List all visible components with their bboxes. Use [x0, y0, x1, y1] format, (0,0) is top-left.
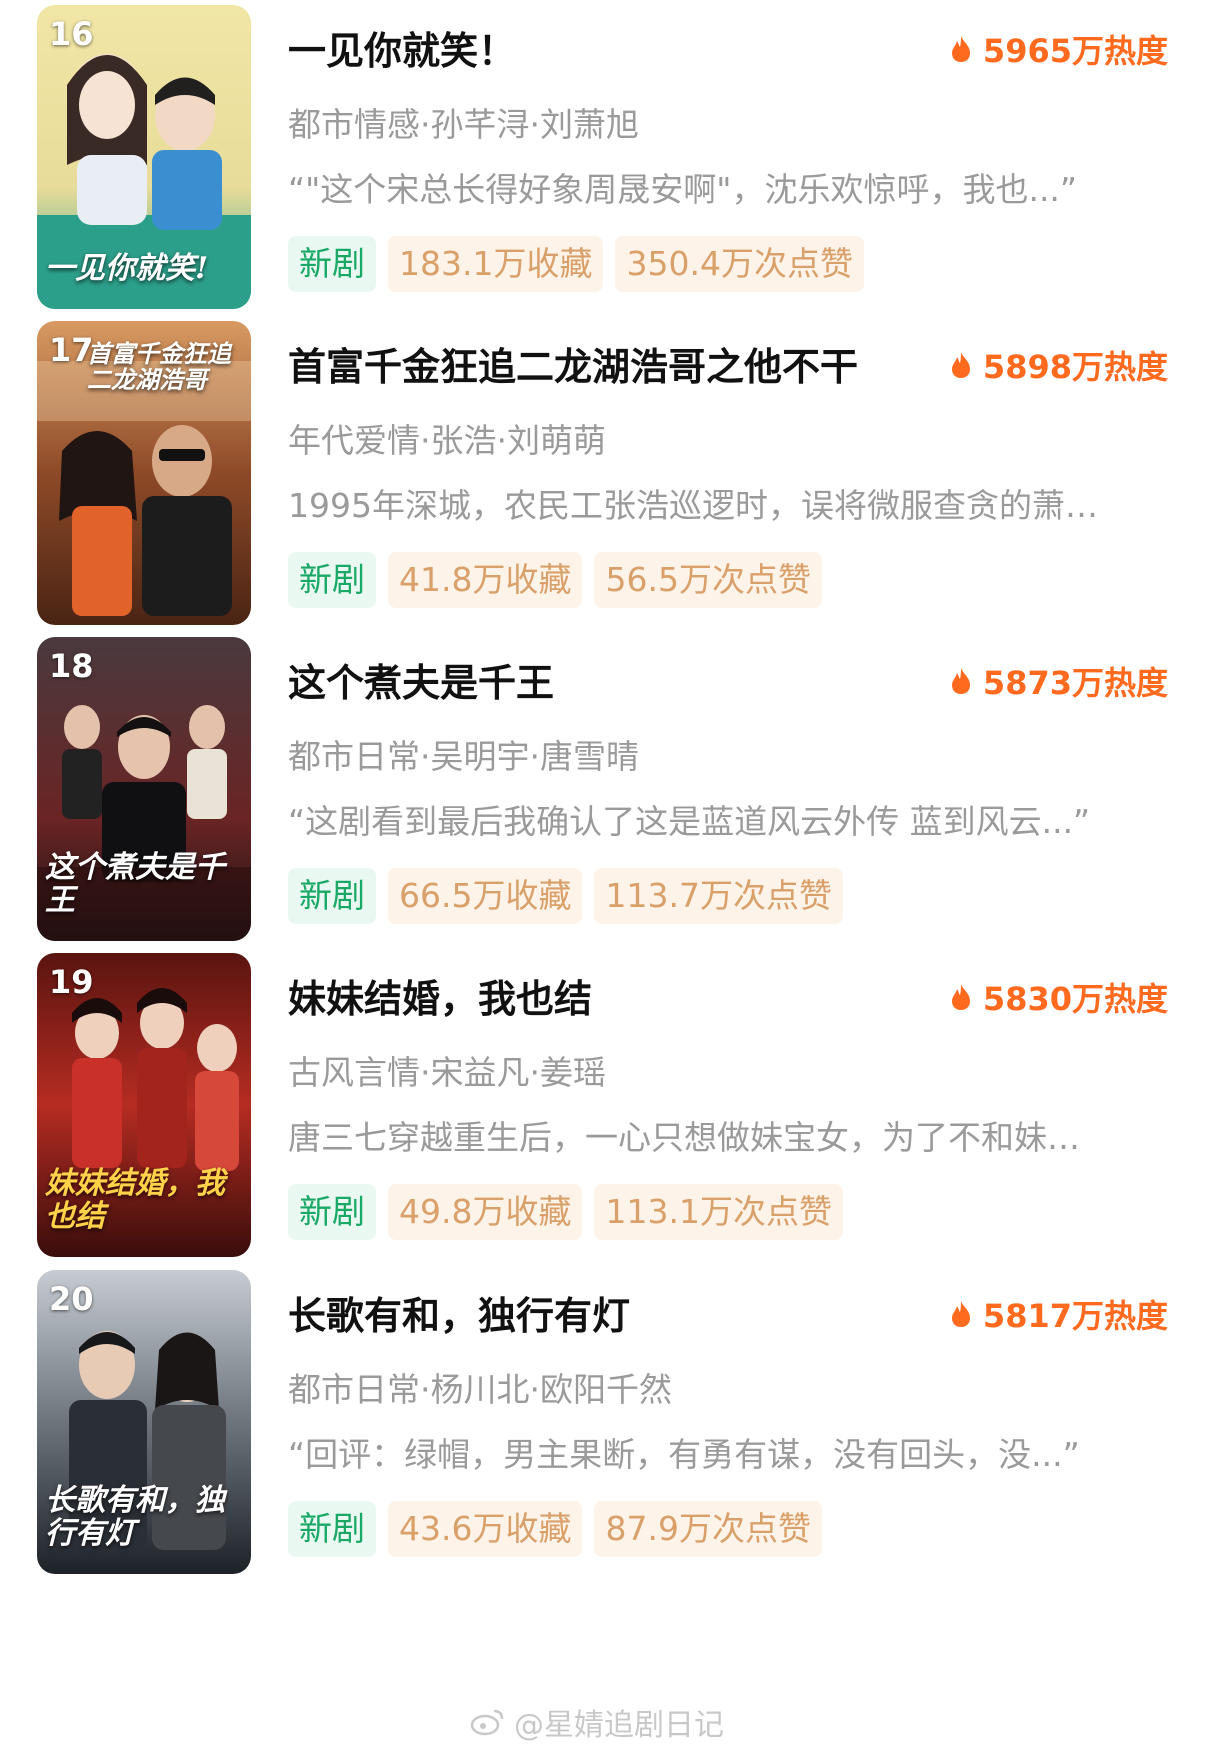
- poster-image[interactable]: 16 一见你就笑!: [37, 5, 251, 309]
- flame-icon: [951, 1301, 970, 1327]
- tag-row: 新剧 49.8万收藏 113.1万次点赞: [288, 1184, 843, 1240]
- genre-cast: 年代爱情·张浩·刘萌萌: [288, 421, 606, 460]
- poster-image[interactable]: 19 妹妹结婚，我也结: [37, 953, 251, 1257]
- drama-title[interactable]: 这个煮夫是千王: [288, 652, 554, 707]
- poster-title: 这个煮夫是千王: [45, 850, 225, 918]
- poster-title: 一见你就笑!: [45, 251, 209, 286]
- watermark: @星婧追剧日记: [470, 1700, 724, 1744]
- heat-label: 5965万热度: [982, 32, 1168, 70]
- weibo-logo-icon: [470, 1709, 504, 1736]
- list-item[interactable]: 16 一见你就笑! 一见你就笑！ 5965万热度 都市情感·孙芊浔·刘萧旭 “"…: [0, 0, 1206, 310]
- description: 唐三七穿越重生后，一心只想做妹宝女，为了不和妹…: [288, 1118, 1080, 1157]
- heat-label: 5898万热度: [982, 348, 1168, 386]
- favorites-badge: 49.8万收藏: [388, 1184, 583, 1240]
- favorites-badge: 43.6万收藏: [388, 1501, 583, 1557]
- list-item[interactable]: 18 这个煮夫是千王 这个煮夫是千王 5873万热度 都市日常·吴明宇·唐雪晴 …: [0, 632, 1206, 942]
- description: “回评：绿帽，男主果断，有勇有谋，没有回头，没...”: [288, 1435, 1080, 1474]
- rank-number: 19: [49, 963, 94, 1001]
- likes-badge: 113.7万次点赞: [594, 868, 843, 924]
- genre-cast: 古风言情·宋益凡·姜瑶: [288, 1053, 606, 1092]
- drama-title[interactable]: 首富千金狂追二龙湖浩哥之他不干: [288, 336, 858, 391]
- likes-badge: 113.1万次点赞: [594, 1184, 843, 1240]
- drama-title[interactable]: 一见你就笑！: [288, 20, 516, 75]
- likes-badge: 350.4万次点赞: [615, 236, 864, 292]
- genre-cast: 都市日常·吴明宇·唐雪晴: [288, 737, 639, 776]
- description: “"这个宋总长得好象周晟安啊"，沈乐欢惊呼，我也...”: [288, 170, 1078, 209]
- heat-count: 5965万热度: [949, 26, 1168, 72]
- poster-title: 妹妹结婚，我也结: [45, 1166, 225, 1234]
- tag-row: 新剧 183.1万收藏 350.4万次点赞: [288, 236, 864, 292]
- new-badge: 新剧: [288, 868, 376, 924]
- poster-image[interactable]: 18 这个煮夫是千王: [37, 637, 251, 941]
- flame-icon: [951, 984, 970, 1010]
- list-item[interactable]: 17 首富千金狂追二龙湖浩哥 首富千金狂追二龙湖浩哥之他不干 5898万热度 年…: [0, 316, 1206, 626]
- flame-icon: [951, 36, 970, 62]
- flame-icon: [951, 668, 970, 694]
- rank-number: 18: [49, 647, 94, 685]
- poster-title: 长歌有和，独行有灯: [45, 1483, 225, 1551]
- description: 1995年深城，农民工张浩巡逻时，误将微服查贪的萧…: [288, 486, 1098, 525]
- heat-count: 5817万热度: [949, 1291, 1168, 1337]
- list-item[interactable]: 19 妹妹结婚，我也结 妹妹结婚，我也结 5830万热度 古风言情·宋益凡·姜瑶…: [0, 948, 1206, 1258]
- favorites-badge: 183.1万收藏: [388, 236, 604, 292]
- rank-number: 20: [49, 1280, 94, 1318]
- genre-cast: 都市日常·杨川北·欧阳千然: [288, 1370, 672, 1409]
- heat-count: 5898万热度: [949, 342, 1168, 388]
- genre-cast: 都市情感·孙芊浔·刘萧旭: [288, 105, 639, 144]
- poster-image[interactable]: 20 长歌有和，独行有灯: [37, 1270, 251, 1574]
- tag-row: 新剧 43.6万收藏 87.9万次点赞: [288, 1501, 822, 1557]
- new-badge: 新剧: [288, 1184, 376, 1240]
- heat-count: 5830万热度: [949, 974, 1168, 1020]
- new-badge: 新剧: [288, 552, 376, 608]
- poster-title: 首富千金狂追二龙湖浩哥: [87, 339, 231, 395]
- watermark-text: @星婧追剧日记: [514, 1708, 724, 1743]
- list-item[interactable]: 20 长歌有和，独行有灯 长歌有和，独行有灯 5817万热度 都市日常·杨川北·…: [0, 1265, 1206, 1575]
- description: “这剧看到最后我确认了这是蓝道风云外传 蓝到风云...”: [288, 802, 1091, 841]
- poster-image[interactable]: 17 首富千金狂追二龙湖浩哥: [37, 321, 251, 625]
- heat-label: 5830万热度: [982, 980, 1168, 1018]
- favorites-badge: 41.8万收藏: [388, 552, 583, 608]
- drama-title[interactable]: 妹妹结婚，我也结: [288, 968, 592, 1023]
- likes-badge: 87.9万次点赞: [594, 1501, 822, 1557]
- new-badge: 新剧: [288, 236, 376, 292]
- heat-label: 5817万热度: [982, 1297, 1168, 1335]
- flame-icon: [951, 352, 970, 378]
- favorites-badge: 66.5万收藏: [388, 868, 583, 924]
- heat-count: 5873万热度: [949, 658, 1168, 704]
- tag-row: 新剧 41.8万收藏 56.5万次点赞: [288, 552, 822, 608]
- new-badge: 新剧: [288, 1501, 376, 1557]
- tag-row: 新剧 66.5万收藏 113.7万次点赞: [288, 868, 843, 924]
- rank-number: 16: [49, 15, 94, 53]
- heat-label: 5873万热度: [982, 664, 1168, 702]
- likes-badge: 56.5万次点赞: [594, 552, 822, 608]
- drama-title[interactable]: 长歌有和，独行有灯: [288, 1285, 630, 1340]
